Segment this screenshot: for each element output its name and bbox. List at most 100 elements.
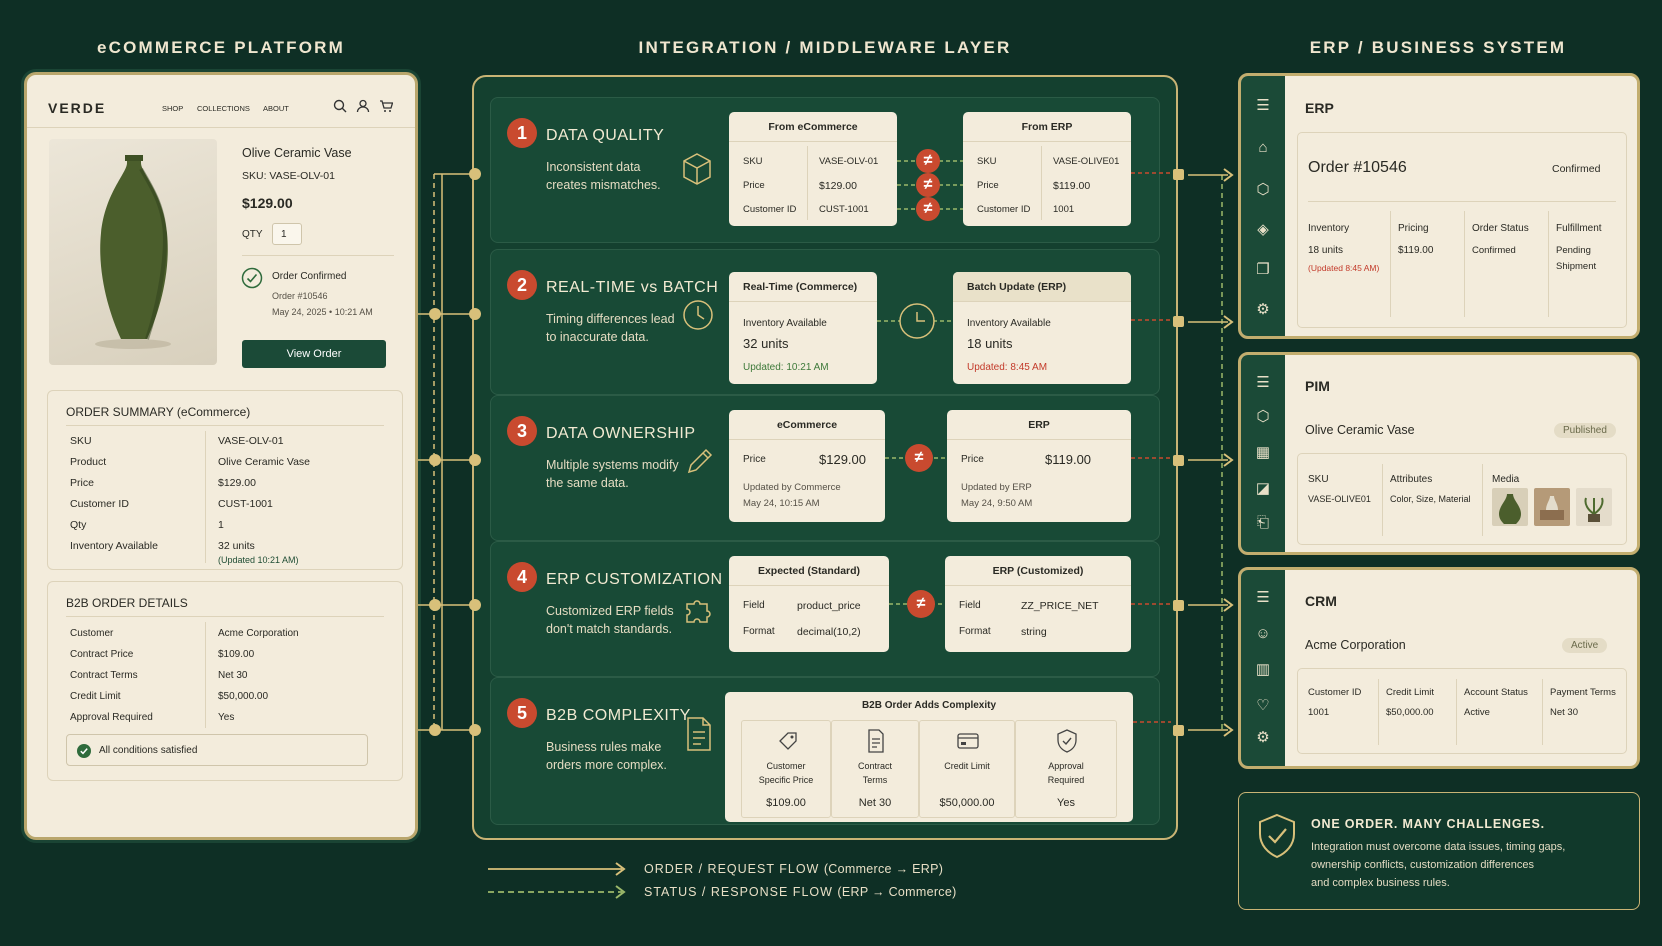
chart-icon[interactable]: ◪ xyxy=(1253,479,1273,499)
updated-date: May 24, 10:15 AM xyxy=(743,498,820,509)
callout-line: and complex business rules. xyxy=(1311,877,1450,889)
order-date: May 24, 2025 • 10:21 AM xyxy=(272,307,373,317)
callout-title: ONE ORDER. MANY CHALLENGES. xyxy=(1311,817,1545,831)
nav-about[interactable]: ABOUT xyxy=(263,104,289,113)
item-label: Contract xyxy=(857,761,892,771)
updated-by: Updated by Commerce xyxy=(743,482,841,493)
field-label: SKU xyxy=(743,156,763,167)
field-value: ZZ_PRICE_NET xyxy=(1021,600,1099,612)
b2b-label: Contract Price xyxy=(70,649,134,660)
crm-sidebar: ☰ ☺ ▥ ♡ ⚙ xyxy=(1241,570,1285,766)
connector-dot xyxy=(429,454,441,466)
erp-column-title: ERP / BUSINESS SYSTEM xyxy=(1309,38,1567,57)
legend-order-flow: ORDER / REQUEST FLOW (Commerce → ERP) xyxy=(644,862,943,876)
summary-label: Product xyxy=(70,456,107,468)
updated-time: Updated: 8:45 AM xyxy=(967,362,1048,373)
home-icon[interactable]: ⌂ xyxy=(1253,138,1273,158)
product-image xyxy=(49,139,217,365)
heart-icon[interactable]: ♡ xyxy=(1253,696,1273,716)
qty-label: QTY xyxy=(242,229,263,240)
active-badge: Active xyxy=(1562,638,1608,653)
gear-icon[interactable]: ⚙ xyxy=(1253,728,1273,748)
media-thumb-room[interactable] xyxy=(1534,488,1570,526)
view-order-button[interactable]: View Order xyxy=(242,340,386,368)
inventory-value: 32 units xyxy=(743,336,789,351)
box-title: eCommerce xyxy=(729,410,885,440)
callout-line: Integration must overcome data issues, t… xyxy=(1311,841,1566,853)
field-value: $129.00 xyxy=(819,180,857,192)
export-icon[interactable]: ⎗ xyxy=(1253,513,1273,533)
step-number: 2 xyxy=(507,270,537,300)
copy-icon[interactable]: ❐ xyxy=(1253,260,1273,280)
calendar-icon[interactable]: ▦ xyxy=(1253,443,1273,463)
challenge-row-b2b-complexity: 5 B2B COMPLEXITY Business rules make ord… xyxy=(490,677,1171,825)
box-title: Batch Update (ERP) xyxy=(953,272,1131,302)
row-title: DATA OWNERSHIP xyxy=(546,425,696,442)
media-thumb-vase[interactable] xyxy=(1492,488,1528,526)
erp-sidebar: ☰ ⌂ ⬡ ◈ ❐ ⚙ xyxy=(1241,76,1285,336)
b2b-label: Approval Required xyxy=(70,712,153,723)
erp-order-number: Order #10546 xyxy=(1308,159,1407,176)
connector-node xyxy=(1173,316,1184,327)
b2b-value: Yes xyxy=(218,712,235,723)
complexity-item-approval: Approval Required Yes xyxy=(1015,720,1117,818)
brand-logo: VERDE xyxy=(48,100,107,116)
crm-system-card: ☰ ☺ ▥ ♡ ⚙ CRM Acme Corporation Active Cu… xyxy=(1238,567,1640,769)
box-title: Expected (Standard) xyxy=(729,556,889,586)
pim-col-header: SKU xyxy=(1308,474,1329,485)
challenge-row-data-ownership: 3 DATA OWNERSHIP Multiple systems modify… xyxy=(490,395,1171,541)
connector-dot xyxy=(469,308,481,320)
row-desc: creates mismatches. xyxy=(546,178,661,192)
erp-col-header: Inventory xyxy=(1308,223,1350,234)
row-desc: Multiple systems modify xyxy=(546,458,679,472)
menu-icon[interactable]: ☰ xyxy=(1253,96,1273,116)
field-label: Field xyxy=(743,600,765,611)
box-title: ERP (Customized) xyxy=(945,556,1131,586)
box-title: From eCommerce xyxy=(729,112,897,142)
box-title: Real-Time (Commerce) xyxy=(729,272,877,302)
updated-by: Updated by ERP xyxy=(961,482,1032,493)
menu-icon[interactable]: ☰ xyxy=(1253,373,1273,393)
row-title: B2B COMPLEXITY xyxy=(546,707,691,724)
building-icon[interactable]: ▥ xyxy=(1253,660,1273,680)
middleware-panel: 1 DATA QUALITY Inconsistent data creates… xyxy=(472,75,1178,840)
order-summary-title: ORDER SUMMARY (eCommerce) xyxy=(66,405,251,419)
search-icon[interactable] xyxy=(333,99,347,113)
summary-value: Olive Ceramic Vase xyxy=(218,456,310,468)
crm-col-value: Net 30 xyxy=(1550,707,1578,718)
item-label: Approval xyxy=(1048,761,1084,771)
field-value: decimal(10,2) xyxy=(797,626,861,638)
complexity-item-credit: Credit Limit $50,000.00 xyxy=(919,720,1015,818)
nav-shop[interactable]: SHOP xyxy=(162,104,183,113)
user-icon[interactable] xyxy=(356,99,370,113)
menu-icon[interactable]: ☰ xyxy=(1253,588,1273,608)
tag-icon xyxy=(779,732,797,750)
cart-icon[interactable] xyxy=(379,99,393,113)
product-price: $129.00 xyxy=(242,195,293,211)
field-value: VASE-OLV-01 xyxy=(819,156,879,167)
cube-icon xyxy=(683,153,711,185)
nav-collections[interactable]: COLLECTIONS xyxy=(197,104,250,113)
erp-order-status: Confirmed xyxy=(1552,163,1601,175)
cube-icon[interactable]: ⬡ xyxy=(1253,180,1273,200)
row-desc: Inconsistent data xyxy=(546,160,641,174)
erp-col-value: $119.00 xyxy=(1398,245,1434,256)
erp-customized-box: ERP (Customized) Field ZZ_PRICE_NET Form… xyxy=(945,556,1131,652)
user-icon[interactable]: ☺ xyxy=(1253,624,1273,644)
pim-col-header: Attributes xyxy=(1390,474,1433,485)
complexity-item-price: Customer Specific Price $109.00 xyxy=(741,720,831,818)
box-title: B2B Order Adds Complexity xyxy=(861,700,997,711)
puzzle-icon xyxy=(686,600,711,623)
middleware-column-title: INTEGRATION / MIDDLEWARE LAYER xyxy=(638,38,1012,57)
crm-col-header: Credit Limit xyxy=(1386,687,1435,698)
mismatch-icon: ≠ xyxy=(916,149,940,173)
pim-product-name: Olive Ceramic Vase xyxy=(1305,423,1415,437)
summary-value: 1 xyxy=(218,519,224,531)
summary-value: 32 units xyxy=(218,540,255,552)
tag-icon[interactable]: ◈ xyxy=(1253,220,1273,240)
media-thumb-plant[interactable] xyxy=(1576,488,1612,526)
pim-system-card: ☰ ⬡ ▦ ◪ ⎗ PIM Olive Ceramic Vase Publish… xyxy=(1238,352,1640,555)
qty-input[interactable]: 1 xyxy=(272,223,302,245)
gear-icon[interactable]: ⚙ xyxy=(1253,300,1273,320)
cube-icon[interactable]: ⬡ xyxy=(1253,407,1273,427)
